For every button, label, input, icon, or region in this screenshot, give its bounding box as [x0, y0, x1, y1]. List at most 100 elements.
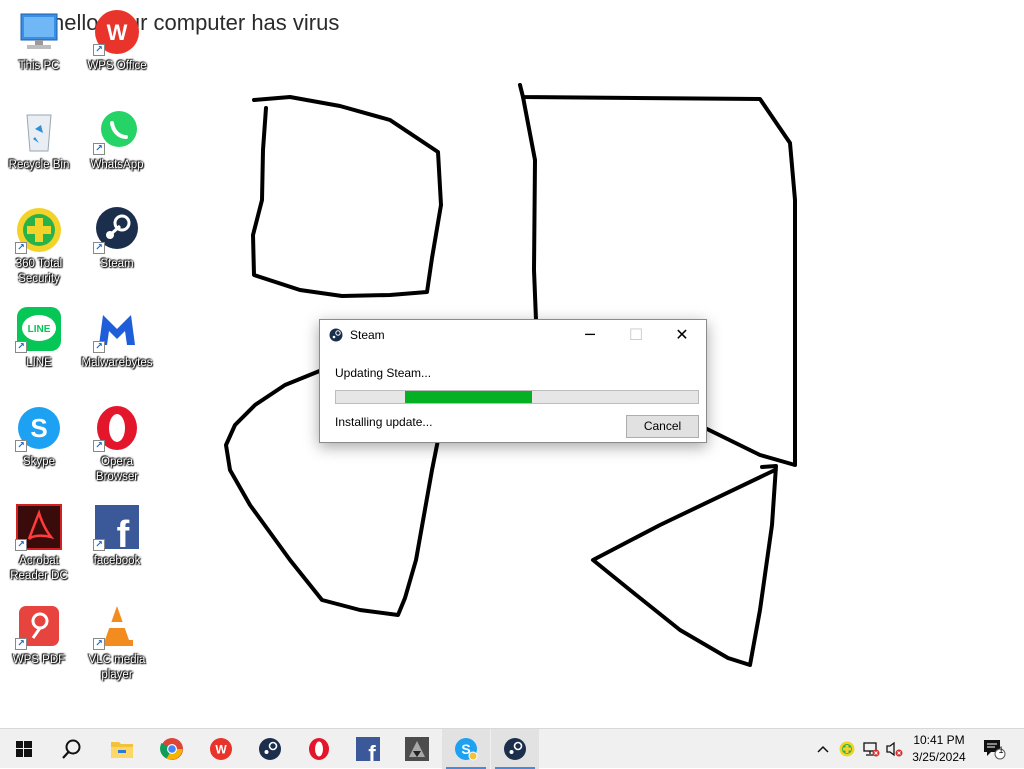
- chrome-icon: [160, 738, 183, 760]
- taskbar-search-button[interactable]: [48, 729, 96, 769]
- shortcut-arrow-icon: ↗: [15, 341, 27, 353]
- taskbar-steam-running[interactable]: [491, 729, 539, 769]
- shortcut-arrow-icon: ↗: [93, 341, 105, 353]
- update-substatus-text: Installing update...: [335, 415, 433, 429]
- shortcut-arrow-icon: ↗: [93, 440, 105, 452]
- desktop-icon-malwarebytes[interactable]: ↗ Malwarebytes: [80, 305, 154, 371]
- desktop-icon-facebook[interactable]: f ↗ facebook: [80, 503, 154, 569]
- game-icon: [405, 737, 429, 761]
- steam-icon: ↗: [93, 206, 141, 254]
- desktop-icon-label: VLC media player: [88, 654, 146, 681]
- whatsapp-icon: ↗: [93, 107, 141, 155]
- shortcut-arrow-icon: ↗: [15, 539, 27, 551]
- tray-360-security[interactable]: [836, 729, 858, 769]
- shortcut-arrow-icon: ↗: [93, 143, 105, 155]
- taskbar-opera[interactable]: [295, 729, 343, 769]
- cancel-button[interactable]: Cancel: [626, 415, 699, 438]
- recycle-bin-icon: [15, 107, 63, 155]
- clock-date: 3/25/2024: [912, 750, 966, 764]
- desktop-icon-recycle-bin[interactable]: Recycle Bin: [2, 107, 76, 173]
- update-status-text: Updating Steam...: [335, 366, 432, 380]
- wps-office-icon: W ↗: [93, 8, 141, 56]
- facebook-icon: f: [356, 737, 380, 761]
- update-progress-fill: [405, 391, 532, 403]
- desktop-icon-label: Malwarebytes: [81, 357, 153, 369]
- desktop[interactable]: hello your computer has virus This PC Re…: [0, 0, 1024, 728]
- start-button[interactable]: [0, 729, 48, 769]
- file-explorer-icon: [111, 742, 133, 758]
- shortcut-arrow-icon: ↗: [15, 242, 27, 254]
- taskbar-clock[interactable]: 10:41 PM 3/25/2024: [900, 732, 978, 766]
- facebook-icon: f ↗: [93, 503, 141, 556]
- desktop-icon-label: This PC: [18, 60, 60, 72]
- opera-icon: ↗: [93, 404, 141, 452]
- taskbar-game[interactable]: [393, 729, 441, 769]
- tray-network[interactable]: [860, 729, 882, 769]
- svg-text:W: W: [107, 20, 128, 45]
- dialog-title: Steam: [350, 328, 385, 342]
- minimize-button[interactable]: ─: [567, 320, 613, 350]
- desktop-icon-label: WPS Office: [87, 60, 147, 72]
- maximize-button[interactable]: ☐: [613, 320, 659, 350]
- desktop-icon-vlc[interactable]: ↗ VLC media player: [80, 602, 154, 683]
- desktop-icon-wps-pdf[interactable]: ↗ WPS PDF: [2, 602, 76, 668]
- desktop-icon-steam[interactable]: ↗ Steam: [80, 206, 154, 272]
- steam-update-dialog[interactable]: Steam ─ ☐ ✕ Updating Steam... Installing…: [319, 319, 707, 443]
- desktop-icon-skype[interactable]: S ↗ Skype: [2, 404, 76, 470]
- desktop-icon-acrobat[interactable]: ↗ Acrobat Reader DC: [2, 503, 76, 584]
- shortcut-arrow-icon: ↗: [93, 44, 105, 56]
- svg-text:S: S: [30, 413, 47, 443]
- wps-office-icon: W: [210, 738, 232, 760]
- svg-text:f: f: [117, 514, 130, 551]
- taskbar-facebook[interactable]: f: [344, 729, 392, 769]
- desktop-icon-opera[interactable]: ↗ Opera Browser: [80, 404, 154, 485]
- close-button[interactable]: ✕: [659, 320, 705, 350]
- 360-security-icon: ↗: [15, 206, 63, 254]
- desktop-icon-label: 360 Total Security: [15, 258, 63, 285]
- desktop-icon-wps-office[interactable]: W ↗ WPS Office: [80, 8, 154, 74]
- update-progress-bar: [335, 390, 699, 404]
- show-hidden-icons-button[interactable]: [812, 729, 834, 769]
- svg-text:f: f: [368, 741, 376, 761]
- shortcut-arrow-icon: ↗: [93, 242, 105, 254]
- acrobat-icon: ↗: [15, 503, 63, 551]
- this-pc-icon: [15, 8, 63, 56]
- shortcut-arrow-icon: ↗: [93, 539, 105, 551]
- 360-security-icon: [839, 741, 855, 757]
- notification-count-badge: 1: [998, 745, 1004, 755]
- action-center-button[interactable]: 1: [980, 729, 1008, 769]
- desktop-icon-label: Recycle Bin: [8, 159, 70, 171]
- desktop-icon-line[interactable]: LINE ↗ LINE: [2, 305, 76, 371]
- taskbar-file-explorer[interactable]: [98, 729, 146, 769]
- wps-pdf-icon: ↗: [15, 602, 63, 650]
- skype-icon: S ↗: [15, 404, 63, 452]
- skype-icon: S: [455, 738, 478, 761]
- desktop-icon-this-pc[interactable]: This PC: [2, 8, 76, 74]
- taskbar-chrome[interactable]: [148, 729, 196, 769]
- desktop-icon-label: WPS PDF: [12, 654, 66, 666]
- taskbar-steam[interactable]: [246, 729, 294, 769]
- shortcut-arrow-icon: ↗: [15, 638, 27, 650]
- desktop-icon-label: LINE: [26, 357, 52, 369]
- shortcut-arrow-icon: ↗: [15, 440, 27, 452]
- desktop-icon-label: Steam: [100, 258, 134, 270]
- windows-start-icon: [16, 741, 32, 757]
- svg-text:LINE: LINE: [28, 324, 51, 335]
- desktop-icon-whatsapp[interactable]: ↗ WhatsApp: [80, 107, 154, 173]
- search-icon: [62, 739, 81, 759]
- desktop-icon-label: WhatsApp: [90, 159, 144, 171]
- network-disconnected-icon: [863, 742, 880, 757]
- steam-icon: [504, 738, 526, 760]
- opera-icon: [309, 738, 329, 760]
- desktop-icon-label: Acrobat Reader DC: [10, 555, 68, 582]
- desktop-icon-label: Opera Browser: [95, 456, 139, 483]
- desktop-icon-label: Skype: [23, 456, 55, 468]
- line-icon: LINE ↗: [15, 305, 63, 353]
- taskbar-wps-office[interactable]: W: [197, 729, 245, 769]
- desktop-icon-360-security[interactable]: ↗ 360 Total Security: [2, 206, 76, 287]
- taskbar-skype[interactable]: S: [442, 729, 490, 769]
- malwarebytes-icon: ↗: [93, 305, 141, 353]
- steam-icon: [259, 738, 281, 760]
- clock-time: 10:41 PM: [913, 733, 965, 747]
- dialog-titlebar[interactable]: Steam ─ ☐ ✕: [320, 320, 706, 350]
